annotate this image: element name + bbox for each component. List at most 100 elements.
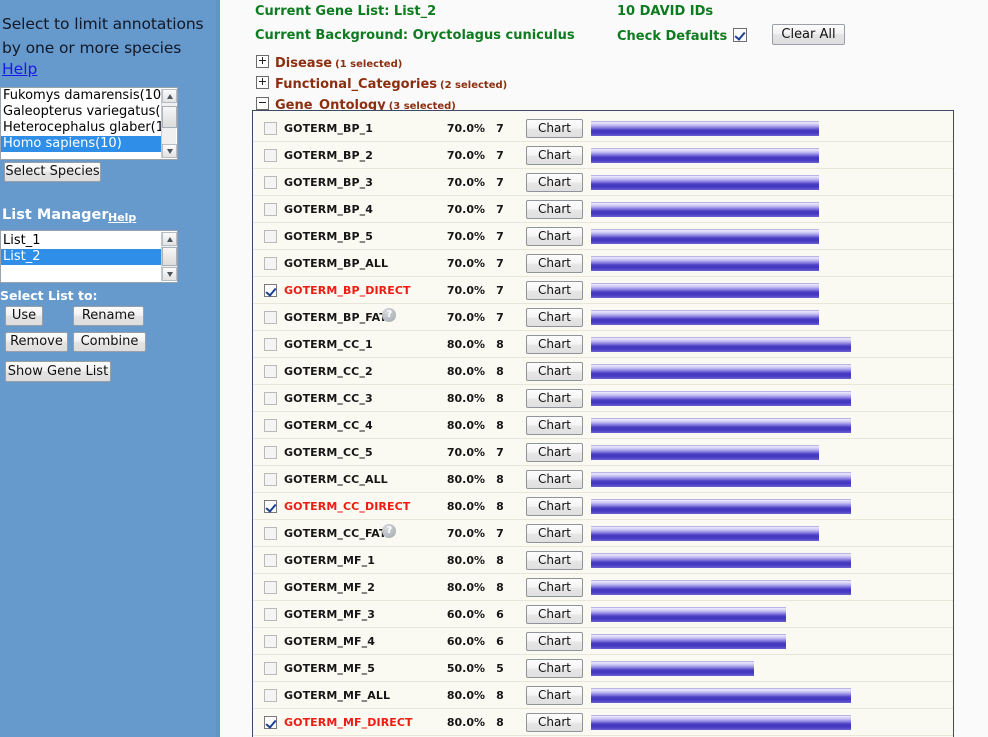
table-row[interactable]: GOTERM_MF_3 60.0% 6 Chart (253, 601, 953, 628)
table-row[interactable]: GOTERM_CC_1 80.0% 8 Chart (253, 331, 953, 358)
row-checkbox[interactable] (264, 554, 277, 567)
table-row[interactable]: GOTERM_BP_ALL 70.0% 7 Chart (253, 250, 953, 277)
table-row[interactable]: GOTERM_BP_3 70.0% 7 Chart (253, 169, 953, 196)
chart-button[interactable]: Chart (526, 416, 583, 435)
list-option-0[interactable]: List_1 (1, 233, 161, 249)
table-row[interactable]: GOTERM_CC_2 80.0% 8 Chart (253, 358, 953, 385)
scroll-down-icon[interactable] (162, 144, 177, 158)
row-checkbox[interactable] (264, 500, 277, 513)
table-row[interactable]: GOTERM_MF_DIRECT 80.0% 8 Chart (253, 709, 953, 736)
species-option-3[interactable]: Homo sapiens(10) (1, 136, 161, 152)
species-option-2[interactable]: Heterocephalus glaber(10) (1, 120, 161, 136)
expand-plus-icon[interactable] (256, 76, 269, 89)
row-checkbox[interactable] (264, 662, 277, 675)
row-checkbox[interactable] (264, 608, 277, 621)
row-checkbox[interactable] (264, 122, 277, 135)
table-row[interactable]: GOTERM_BP_DIRECT 70.0% 7 Chart (253, 277, 953, 304)
expand-plus-icon[interactable] (256, 55, 269, 68)
use-button[interactable]: Use (5, 306, 43, 326)
species-option-0[interactable]: Fukomys damarensis(10) (1, 88, 161, 104)
list-manager-help-link[interactable]: Help (108, 211, 136, 224)
table-row[interactable]: GOTERM_CC_5 70.0% 7 Chart (253, 439, 953, 466)
collapse-minus-icon[interactable] (256, 97, 269, 110)
chart-button[interactable]: Chart (526, 389, 583, 408)
chart-button[interactable]: Chart (526, 605, 583, 624)
species-help-link[interactable]: Help (2, 60, 37, 78)
chart-button[interactable]: Chart (526, 173, 583, 192)
table-row[interactable]: GOTERM_MF_1 80.0% 8 Chart (253, 547, 953, 574)
table-row[interactable]: GOTERM_MF_ALL 80.0% 8 Chart (253, 682, 953, 709)
row-checkbox[interactable] (264, 284, 277, 297)
row-checkbox[interactable] (264, 446, 277, 459)
table-row[interactable]: GOTERM_CC_DIRECT 80.0% 8 Chart (253, 493, 953, 520)
species-listbox[interactable]: Fukomys damarensis(10) Galeopterus varie… (0, 87, 178, 160)
scroll-up-icon[interactable] (162, 89, 177, 103)
list-scroll-thumb[interactable] (162, 247, 177, 266)
species-scrollbar[interactable] (161, 89, 177, 158)
table-row[interactable]: GOTERM_CC_ALL 80.0% 8 Chart (253, 466, 953, 493)
chart-button[interactable]: Chart (526, 551, 583, 570)
table-row[interactable]: GOTERM_MF_4 60.0% 6 Chart (253, 628, 953, 655)
row-checkbox[interactable] (264, 338, 277, 351)
list-scrollbar[interactable] (161, 232, 177, 281)
chart-button[interactable]: Chart (526, 254, 583, 273)
row-checkbox[interactable] (264, 203, 277, 216)
table-row[interactable]: GOTERM_BP_4 70.0% 7 Chart (253, 196, 953, 223)
chart-button[interactable]: Chart (526, 524, 583, 543)
table-row[interactable]: GOTERM_CC_4 80.0% 8 Chart (253, 412, 953, 439)
row-checkbox[interactable] (264, 527, 277, 540)
table-row[interactable]: GOTERM_MF_2 80.0% 8 Chart (253, 574, 953, 601)
row-checkbox[interactable] (264, 257, 277, 270)
row-checkbox[interactable] (264, 473, 277, 486)
list-manager-listbox[interactable]: List_1 List_2 (0, 230, 178, 283)
chart-button[interactable]: Chart (526, 659, 583, 678)
species-scroll-thumb[interactable] (162, 106, 177, 128)
chart-button[interactable]: Chart (526, 308, 583, 327)
combine-button[interactable]: Combine (73, 332, 146, 352)
help-icon[interactable]: ? (382, 524, 397, 538)
table-row[interactable]: GOTERM_BP_2 70.0% 7 Chart (253, 142, 953, 169)
help-icon[interactable]: ? (382, 308, 397, 322)
clear-all-button[interactable]: Clear All (772, 24, 845, 45)
table-row[interactable]: GOTERM_MF_5 50.0% 5 Chart (253, 655, 953, 682)
table-row[interactable]: GOTERM_CC_3 80.0% 8 Chart (253, 385, 953, 412)
chart-button[interactable]: Chart (526, 443, 583, 462)
row-checkbox[interactable] (264, 635, 277, 648)
chart-button[interactable]: Chart (526, 335, 583, 354)
chart-button[interactable]: Chart (526, 713, 583, 732)
row-checkbox[interactable] (264, 176, 277, 189)
row-checkbox[interactable] (264, 149, 277, 162)
list-scroll-down-icon[interactable] (162, 267, 177, 281)
row-checkbox[interactable] (264, 311, 277, 324)
remove-button[interactable]: Remove (5, 332, 68, 352)
rename-button[interactable]: Rename (73, 306, 144, 326)
check-defaults-checkbox[interactable] (733, 28, 747, 42)
table-row[interactable]: GOTERM_BP_1 70.0% 7 Chart (253, 115, 953, 142)
chart-button[interactable]: Chart (526, 470, 583, 489)
chart-button[interactable]: Chart (526, 119, 583, 138)
table-row[interactable]: GOTERM_CC_FAT? 70.0% 7 Chart (253, 520, 953, 547)
category-row-functional-categories[interactable]: Functional_Categories (2 selected) (256, 76, 507, 92)
chart-button[interactable]: Chart (526, 227, 583, 246)
row-checkbox[interactable] (264, 419, 277, 432)
chart-button[interactable]: Chart (526, 686, 583, 705)
table-row[interactable]: GOTERM_BP_5 70.0% 7 Chart (253, 223, 953, 250)
row-checkbox[interactable] (264, 392, 277, 405)
row-checkbox[interactable] (264, 230, 277, 243)
chart-button[interactable]: Chart (526, 578, 583, 597)
show-gene-list-button[interactable]: Show Gene List (5, 361, 111, 382)
chart-button[interactable]: Chart (526, 362, 583, 381)
chart-button[interactable]: Chart (526, 632, 583, 651)
list-scroll-up-icon[interactable] (162, 232, 177, 246)
species-option-1[interactable]: Galeopterus variegatus(10) (1, 104, 161, 120)
chart-button[interactable]: Chart (526, 146, 583, 165)
select-species-button[interactable]: Select Species (4, 162, 101, 182)
chart-button[interactable]: Chart (526, 281, 583, 300)
table-row[interactable]: GOTERM_BP_FAT? 70.0% 7 Chart (253, 304, 953, 331)
row-checkbox[interactable] (264, 365, 277, 378)
category-row-disease[interactable]: Disease (1 selected) (256, 55, 402, 71)
chart-button[interactable]: Chart (526, 497, 583, 516)
row-checkbox[interactable] (264, 689, 277, 702)
list-option-1[interactable]: List_2 (1, 249, 161, 265)
chart-button[interactable]: Chart (526, 200, 583, 219)
